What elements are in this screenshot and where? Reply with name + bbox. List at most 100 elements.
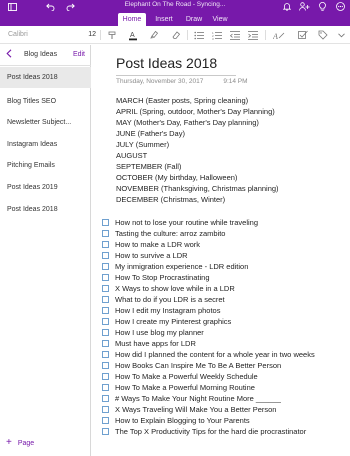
tab-draw[interactable]: Draw [183, 13, 205, 26]
svg-text:3: 3 [212, 37, 214, 40]
chevron-down-icon[interactable] [336, 29, 346, 41]
todo-text[interactable]: How To Make a Powerful Morning Routine [115, 382, 346, 393]
todo-checkbox[interactable] [102, 406, 109, 413]
title-underline [116, 75, 236, 76]
numbered-list-icon[interactable]: 123 [211, 29, 223, 41]
font-size-select[interactable]: 12 [80, 29, 96, 41]
page-item-blog-titles-seo[interactable]: Blog Titles SEO [0, 91, 91, 112]
tab-view[interactable]: View [209, 13, 231, 26]
todo-text[interactable]: How I edit my Instagram photos [115, 305, 346, 316]
highlighter-icon[interactable] [148, 29, 160, 41]
todo-text[interactable]: X Ways to show love while in a LDR [115, 283, 346, 294]
todo-checkbox[interactable] [102, 263, 109, 270]
font-color-button[interactable]: A [127, 29, 139, 41]
increase-indent-icon[interactable] [247, 29, 259, 41]
todo-text[interactable]: How to Explain Blogging to Your Parents [115, 415, 346, 426]
todo-text[interactable]: How To Make a Powerful Weekly Schedule [115, 371, 346, 382]
todo-tag-icon[interactable] [297, 29, 309, 41]
todo-checkbox[interactable] [102, 362, 109, 369]
more-options-icon[interactable] [334, 0, 346, 13]
todo-checkbox[interactable] [102, 428, 109, 435]
todo-text[interactable]: How To Stop Procrastinating [115, 272, 346, 283]
todo-text[interactable]: My inmigration experience - LDR edition [115, 261, 346, 272]
todo-checkbox[interactable] [102, 384, 109, 391]
page-item-newsletter-subject[interactable]: Newsletter Subject... [0, 112, 91, 133]
todo-text[interactable]: Must have apps for LDR [115, 338, 346, 349]
todo-item: How I create my Pinterest graphics [102, 316, 346, 327]
todo-item: How I edit my Instagram photos [102, 305, 346, 316]
todo-item: How to Explain Blogging to Your Parents [102, 415, 346, 426]
add-page-button[interactable]: + Page [6, 438, 34, 448]
svg-text:A: A [130, 32, 135, 39]
todo-item: What to do if you LDR is a secret [102, 294, 346, 305]
months-list[interactable]: MARCH (Easter posts, Spring cleaning) AP… [116, 95, 279, 205]
add-page-label: Page [17, 439, 35, 447]
todo-item: The Top X Productivity Tips for the hard… [102, 426, 346, 437]
tab-home[interactable]: Home [118, 13, 146, 26]
month-line: JULY (Summer) [116, 140, 170, 149]
todo-text[interactable]: How not to lose your routine while trave… [115, 217, 346, 228]
todo-item: X Ways Traveling Will Make You a Better … [102, 404, 346, 415]
clear-formatting-icon[interactable] [170, 29, 182, 41]
todo-checkbox[interactable] [102, 417, 109, 424]
todo-item: My inmigration experience - LDR edition [102, 261, 346, 272]
share-person-icon[interactable] [297, 0, 311, 13]
page-list-sidebar: Blog Ideas Edit Post Ideas 2018 Blog Tit… [0, 45, 91, 456]
decrease-indent-icon[interactable] [229, 29, 241, 41]
todo-text[interactable]: What to do if you LDR is a secret [115, 294, 346, 305]
lightbulb-icon[interactable] [316, 0, 328, 13]
todo-checkbox[interactable] [102, 318, 109, 325]
page-canvas[interactable]: Post Ideas 2018 Thursday, November 30, 2… [92, 45, 350, 456]
todo-checkbox[interactable] [102, 241, 109, 248]
todo-checkbox[interactable] [102, 373, 109, 380]
page-time: 9:14 PM [223, 78, 248, 85]
font-name-select[interactable]: Calibri [8, 29, 74, 41]
todo-text[interactable]: How to survive a LDR [115, 250, 346, 261]
formatting-toolbar: Calibri 12 A 123 A [0, 26, 350, 44]
todo-item: How To Stop Procrastinating [102, 272, 346, 283]
todo-checkbox[interactable] [102, 329, 109, 336]
todo-checkbox[interactable] [102, 252, 109, 259]
todo-item: Tasting the culture: arroz zambito [102, 228, 346, 239]
bell-icon[interactable] [281, 0, 293, 13]
title-bar: Elephant On The Road - Syncing... [0, 0, 350, 13]
tag-dropdown-icon[interactable] [317, 29, 329, 41]
todo-text[interactable]: How I create my Pinterest graphics [115, 316, 346, 327]
page-item-instagram-ideas[interactable]: Instagram Ideas [0, 134, 91, 155]
toolbar-divider [187, 30, 188, 40]
todo-checkbox[interactable] [102, 230, 109, 237]
todo-checkbox[interactable] [102, 307, 109, 314]
todo-checkbox[interactable] [102, 296, 109, 303]
bullet-list-icon[interactable] [193, 29, 205, 41]
todo-text[interactable]: How I use blog my planner [115, 327, 346, 338]
month-line: JUNE (Father's Day) [116, 129, 185, 138]
todo-text[interactable]: The Top X Productivity Tips for the hard… [115, 426, 346, 437]
todo-text[interactable]: # Ways To Make Your Night Routine More _… [115, 393, 346, 404]
todo-item: # Ways To Make Your Night Routine More _… [102, 393, 346, 404]
page-title[interactable]: Post Ideas 2018 [116, 55, 217, 71]
paintbrush-icon[interactable] [107, 29, 117, 41]
ribbon-tabs: Home Insert Draw View [0, 13, 350, 26]
todo-checkbox[interactable] [102, 219, 109, 226]
todo-text[interactable]: How did I planned the content for a whol… [115, 349, 346, 360]
todo-text[interactable]: X Ways Traveling Will Make You a Better … [115, 404, 346, 415]
page-item-post-ideas-2018-b[interactable]: Post Ideas 2018 [0, 199, 91, 220]
section-header: Blog Ideas Edit [0, 45, 91, 66]
todo-text[interactable]: How Books Can Inspire Me To Be A Better … [115, 360, 346, 371]
todo-checkbox[interactable] [102, 395, 109, 402]
todo-item: How Books Can Inspire Me To Be A Better … [102, 360, 346, 371]
page-item-post-ideas-2018[interactable]: Post Ideas 2018 [0, 67, 91, 88]
page-item-pitching-emails[interactable]: Pitching Emails [0, 155, 91, 176]
todo-item: Must have apps for LDR [102, 338, 346, 349]
edit-button[interactable]: Edit [73, 51, 85, 58]
tab-insert[interactable]: Insert [151, 13, 177, 26]
back-chevron-icon[interactable] [6, 49, 12, 60]
todo-text[interactable]: Tasting the culture: arroz zambito [115, 228, 346, 239]
todo-checkbox[interactable] [102, 274, 109, 281]
todo-text[interactable]: How to make a LDR work [115, 239, 346, 250]
todo-checkbox[interactable] [102, 285, 109, 292]
page-item-post-ideas-2019[interactable]: Post Ideas 2019 [0, 177, 91, 198]
todo-checkbox[interactable] [102, 351, 109, 358]
todo-checkbox[interactable] [102, 340, 109, 347]
styles-icon[interactable]: A [272, 29, 286, 41]
